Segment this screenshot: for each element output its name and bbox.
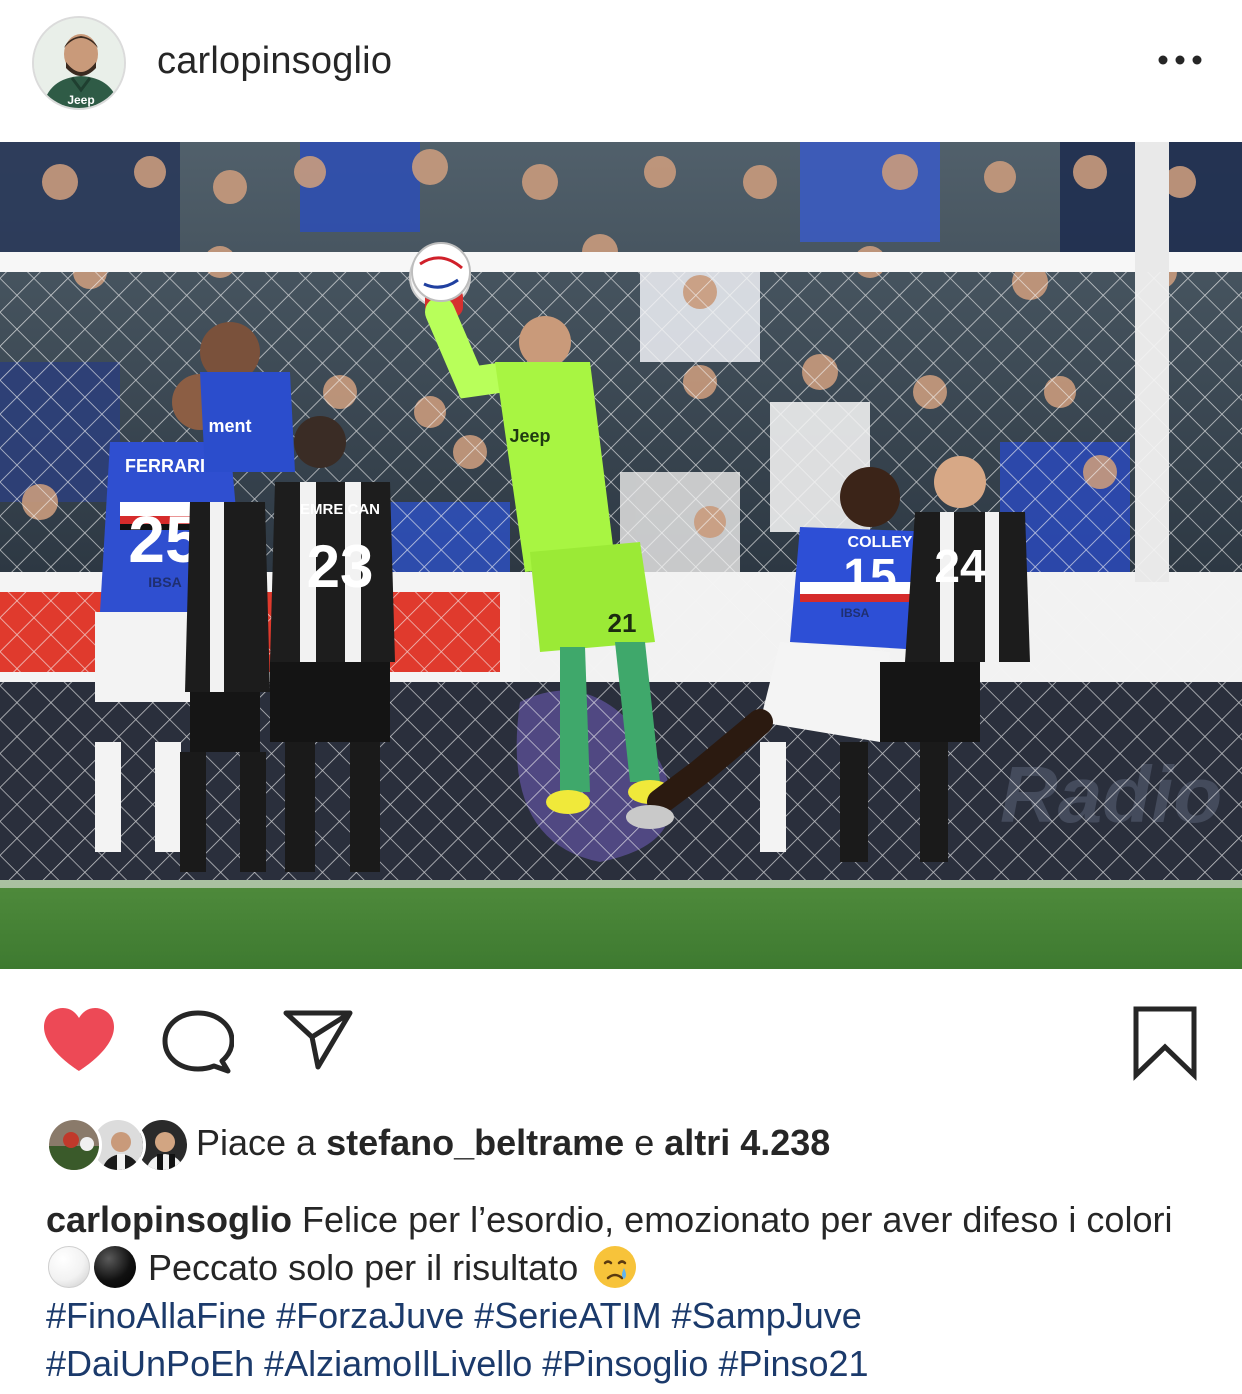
save-button[interactable]	[1130, 1005, 1200, 1081]
more-options-icon	[1158, 55, 1202, 65]
svg-text:Jeep: Jeep	[67, 93, 94, 107]
likes-conjunction: e	[624, 1122, 665, 1163]
likes-count[interactable]: altri 4.238	[664, 1122, 830, 1163]
hashtag[interactable]: #DaiUnPoEh	[46, 1343, 254, 1384]
svg-text:ment: ment	[208, 416, 251, 436]
caption-username[interactable]: carlopinsoglio	[46, 1199, 292, 1240]
post-caption: carlopinsoglio Felice per l’esordio, emo…	[46, 1196, 1226, 1388]
liker-username[interactable]: stefano_beltrame	[326, 1122, 624, 1163]
post-photo[interactable]: Radio FERRARI 25 IBSA ment	[0, 142, 1242, 969]
post-actions	[0, 985, 1242, 1095]
hashtag[interactable]: #FinoAllaFine	[46, 1295, 266, 1336]
share-button[interactable]	[282, 1007, 354, 1073]
football-photo: Radio FERRARI 25 IBSA ment	[0, 142, 1242, 969]
svg-text:15: 15	[843, 550, 896, 603]
black-circle-emoji	[94, 1246, 136, 1288]
svg-text:COLLEY: COLLEY	[848, 534, 913, 551]
crying-face-emoji	[594, 1246, 637, 1288]
svg-text:EMRE CAN: EMRE CAN	[300, 501, 380, 518]
svg-text:23: 23	[307, 533, 374, 600]
svg-text:IBSA: IBSA	[148, 574, 181, 590]
likes-prefix: Piace a	[196, 1122, 327, 1163]
hashtag[interactable]: #Pinso21	[718, 1343, 868, 1384]
header-username[interactable]: carlopinsoglio	[157, 40, 392, 83]
caption-text-2: Peccato solo per il risultato	[138, 1247, 589, 1288]
svg-text:FERRARI: FERRARI	[125, 456, 205, 476]
caption-text-1: Felice per l’esordio, emozionato per ave…	[292, 1199, 1173, 1240]
svg-text:21: 21	[608, 608, 637, 638]
liker-avatar[interactable]	[46, 1117, 102, 1173]
white-circle-emoji	[48, 1246, 90, 1288]
hashtag[interactable]: #AlziamoIlLivello	[264, 1343, 532, 1384]
bookmark-icon	[1133, 1006, 1197, 1081]
svg-text:24: 24	[934, 540, 986, 592]
hashtag[interactable]: #Pinsoglio	[542, 1343, 708, 1384]
likes-row: Piace a stefano_beltrame e altri 4.238	[46, 1112, 1196, 1182]
hashtag[interactable]: #SampJuve	[672, 1295, 862, 1336]
svg-text:IBSA: IBSA	[841, 606, 870, 620]
hashtag[interactable]: #SerieATIM	[474, 1295, 661, 1336]
heart-icon	[44, 1008, 114, 1071]
svg-text:Jeep: Jeep	[509, 426, 550, 446]
more-options-button[interactable]	[1150, 40, 1210, 80]
share-icon	[283, 1010, 353, 1070]
comment-icon	[162, 1010, 235, 1074]
comment-button[interactable]	[162, 1009, 235, 1075]
avatar[interactable]: Jeep	[32, 16, 126, 110]
hashtag[interactable]: #ForzaJuve	[276, 1295, 464, 1336]
post-header: Jeep carlopinsoglio	[0, 0, 1242, 142]
like-button[interactable]	[40, 1005, 118, 1075]
likes-summary[interactable]: Piace a stefano_beltrame e altri 4.238	[196, 1122, 830, 1164]
